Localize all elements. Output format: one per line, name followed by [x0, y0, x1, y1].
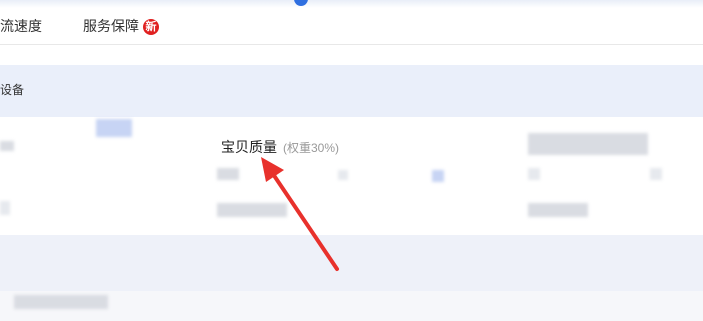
metrics-card: 宝贝质量 (权重30%): [0, 117, 703, 235]
blurred-text: [0, 201, 10, 215]
section-header: 设备: [0, 65, 703, 117]
tab-bar: 物流速度 服务保障新: [0, 8, 703, 45]
blurred-metric-title: [528, 133, 648, 155]
quality-metric: 宝贝质量 (权重30%): [221, 137, 339, 157]
tab-service-guarantee-label: 服务保障: [83, 18, 139, 34]
quality-metric-label: 宝贝质量: [221, 139, 277, 155]
blurred-value: [528, 203, 588, 217]
blurred-mark: [432, 170, 444, 182]
blurred-mark: [338, 170, 348, 180]
quality-metric-weight: (权重30%): [283, 141, 340, 155]
blurred-text: [14, 295, 108, 309]
bottom-row: [0, 291, 703, 321]
tab-service-guarantee[interactable]: 服务保障新: [83, 16, 159, 36]
section-title: 设备: [0, 83, 25, 97]
blurred-value: [650, 168, 662, 180]
new-badge: 新: [143, 19, 159, 35]
blurred-thumbnail: [96, 119, 132, 137]
tab-logistics-speed-label: 物流速度: [0, 18, 42, 34]
blurred-text: [0, 141, 14, 151]
header-strip: [0, 0, 703, 8]
blurred-value: [217, 203, 287, 217]
blurred-value: [528, 168, 540, 180]
lower-section-band: [0, 235, 703, 291]
blurred-value: [217, 168, 239, 180]
tab-logistics-speed[interactable]: 物流速度: [0, 16, 42, 36]
